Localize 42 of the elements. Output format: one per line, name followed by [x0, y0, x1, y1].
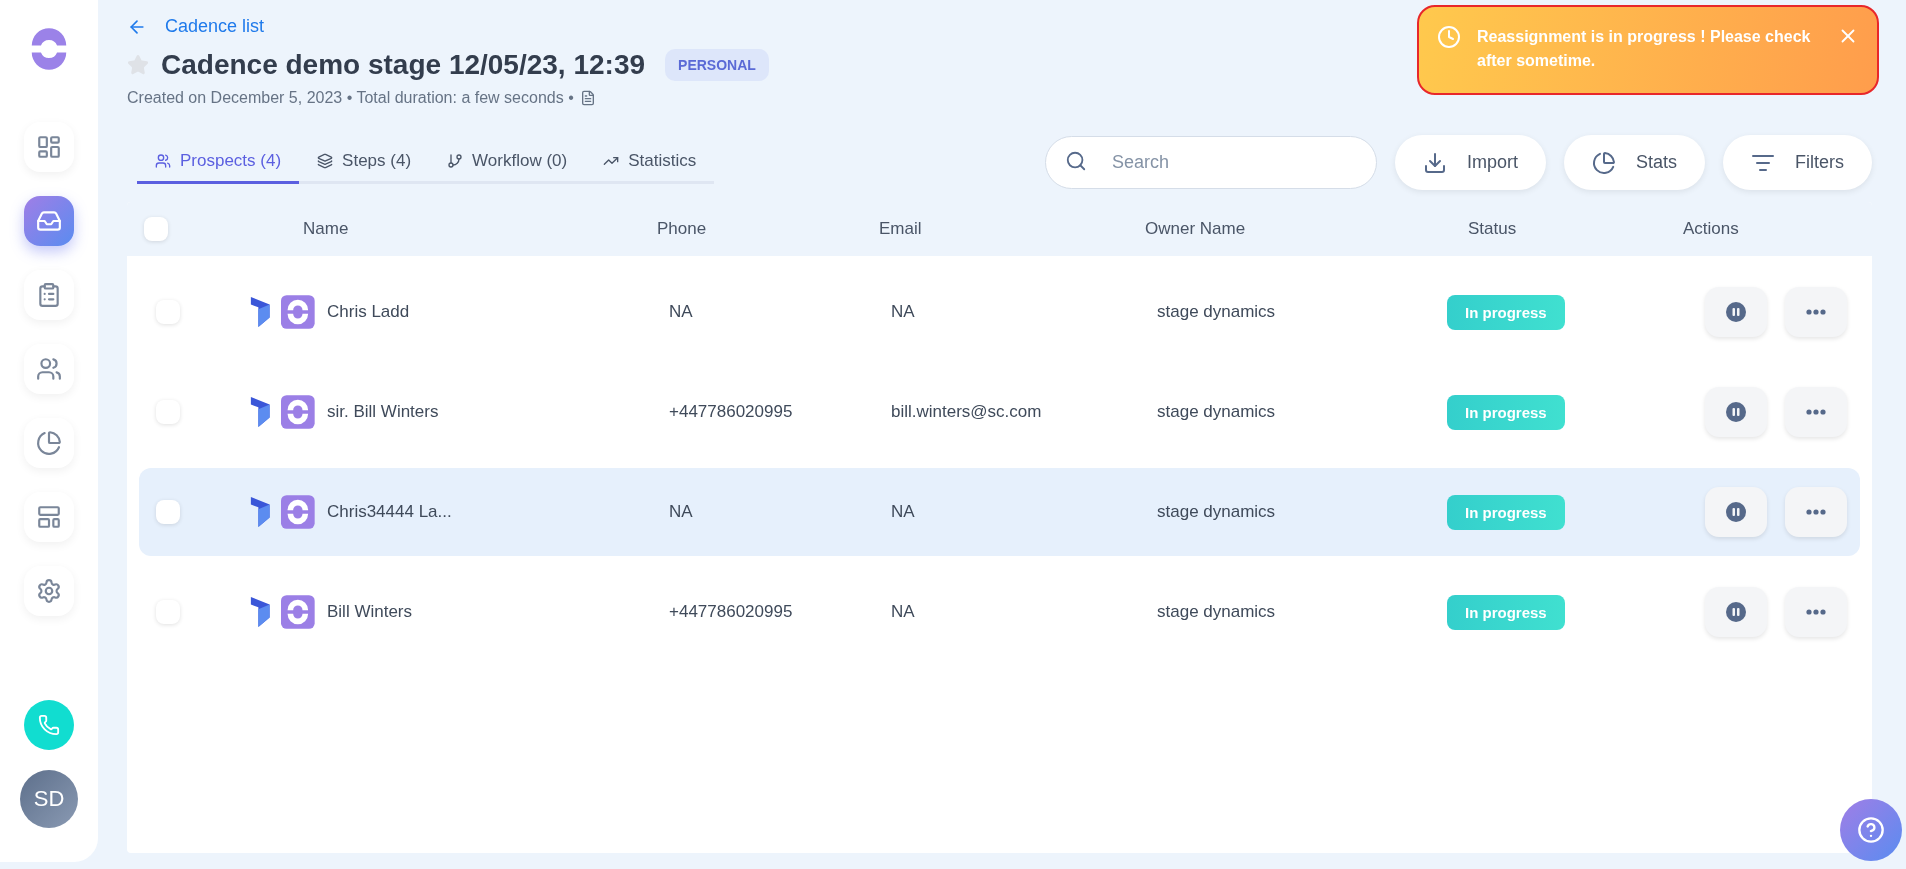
column-header: Email [879, 219, 923, 239]
owner-cell-text: stage dynamics [1157, 502, 1277, 522]
email-cell-text: NA [891, 602, 916, 622]
phone-cell-text: NA [669, 302, 694, 322]
owner-cell-text: stage dynamics [1157, 602, 1277, 622]
toolbar-button[interactable]: Filters [1723, 135, 1872, 190]
back-link-text[interactable]: Cadence list [165, 16, 265, 37]
email-cell-text: NA [891, 302, 916, 322]
prospect-name[interactable]: Chris Ladd [327, 302, 669, 322]
tab[interactable]: Prospects (4) [137, 141, 300, 184]
column-header: Actions [1682, 219, 1740, 239]
toolbar-button[interactable]: Import [1394, 135, 1546, 190]
column-header: Status [1467, 219, 1518, 239]
back-link[interactable]: Cadence list [127, 16, 265, 37]
user-avatar[interactable]: SD [20, 770, 78, 828]
tab[interactable]: Workflow (0) [429, 141, 586, 184]
status-pill: In progress [1447, 594, 1565, 630]
page-title: Cadence demo stage 12/05/23, 12:39 [161, 49, 646, 81]
email-cell-text: bill.winters@sc.com [891, 402, 1043, 422]
status-pill: In progress [1447, 394, 1565, 430]
highlighted-row[interactable]: Chris34444 La... NA NA stage dynamics In progress [139, 468, 1860, 556]
prospect-name[interactable]: Bill Winters [327, 602, 669, 622]
column-header: Owner Name [1145, 219, 1247, 239]
phone-cell-text: NA [669, 502, 694, 522]
status-pill: In progress [1447, 294, 1565, 330]
personal-badge: PERSONAL [665, 49, 769, 81]
phone-cell-text: +447786020995 [669, 602, 794, 622]
toast-message: Reassignment is in progress ! Please check after sometime. [1477, 27, 1812, 71]
prospect-name[interactable]: Chris34444 La... [327, 502, 669, 522]
tab[interactable]: Statistics [585, 141, 715, 184]
cadence-meta-text: Created on December 5, 2023 • Total duration: a few seconds • [127, 89, 574, 107]
phone-cell-text: +447786020995 [669, 402, 794, 422]
owner-cell-text: stage dynamics [1157, 402, 1277, 422]
column-header: Phone [657, 219, 708, 239]
search-field[interactable]: Search [1044, 136, 1377, 189]
column-header: Name [303, 219, 350, 239]
email-cell-text: NA [891, 502, 916, 522]
owner-cell-text: stage dynamics [1157, 302, 1277, 322]
toolbar-button[interactable]: Stats [1563, 135, 1705, 190]
prospect-name[interactable]: sir. Bill Winters [327, 402, 669, 422]
tab[interactable]: Steps (4) [299, 141, 430, 184]
status-pill: In progress [1447, 494, 1565, 530]
